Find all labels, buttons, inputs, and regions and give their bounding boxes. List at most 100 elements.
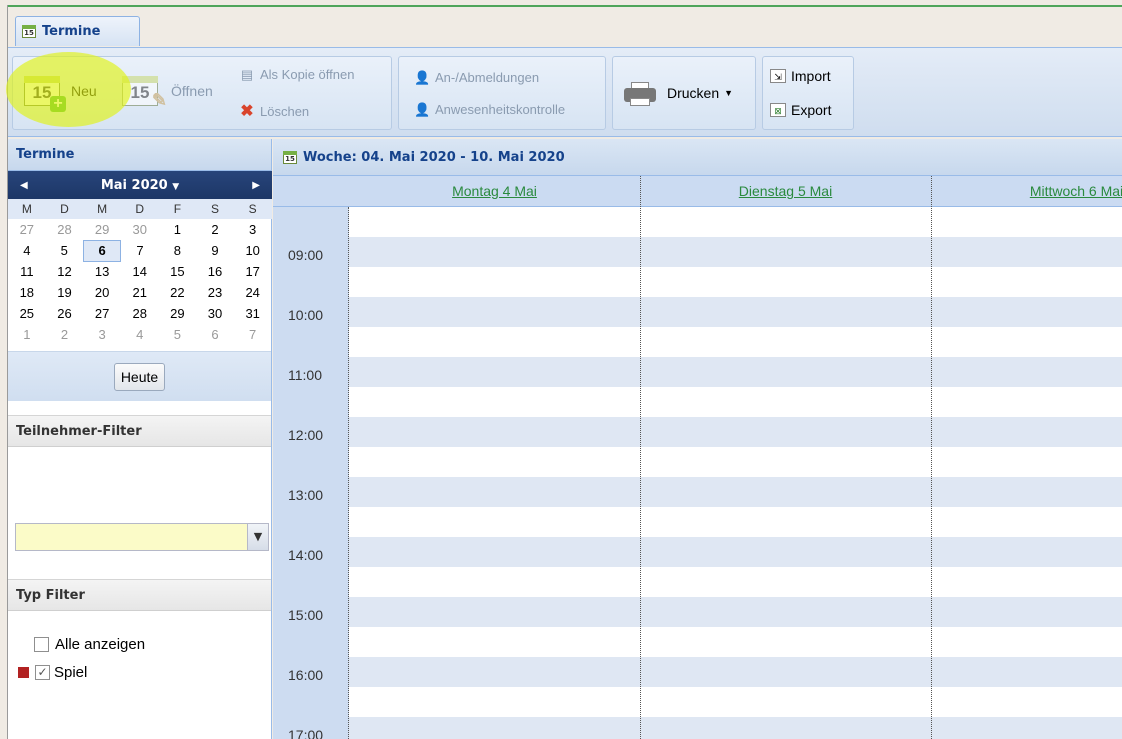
print-button[interactable]: Drucken ▼: [624, 80, 733, 106]
date-cell[interactable]: 21: [121, 282, 159, 303]
copy-label: Als Kopie öffnen: [260, 67, 355, 82]
date-cell[interactable]: 27: [8, 219, 46, 240]
date-cell[interactable]: 2: [46, 324, 84, 345]
date-cell[interactable]: 30: [196, 303, 234, 324]
date-cell[interactable]: 28: [121, 303, 159, 324]
date-cell[interactable]: 12: [46, 261, 84, 282]
date-cell[interactable]: 18: [8, 282, 46, 303]
print-label: Drucken: [667, 85, 720, 101]
time-label: 17:00: [288, 727, 324, 739]
weekday-label: M: [8, 199, 46, 219]
time-label: 10:00: [288, 307, 324, 323]
day-header-tuesday[interactable]: Dienstag 5 Mai: [640, 176, 931, 207]
day-header-row: Montag 4 Mai Dienstag 5 Mai Mittwoch 6 M…: [273, 176, 1122, 207]
date-cell[interactable]: 1: [8, 324, 46, 345]
tab-bar: 15 Termine: [8, 7, 1122, 47]
date-cell[interactable]: 25: [8, 303, 46, 324]
show-all-checkbox[interactable]: [34, 637, 49, 652]
selected-date-cell[interactable]: 6: [82, 239, 122, 262]
spiel-filter[interactable]: ✓ Spiel: [18, 664, 87, 681]
copy-open-button[interactable]: ▤ Als Kopie öffnen: [239, 67, 355, 82]
date-cell[interactable]: 30: [121, 219, 159, 240]
today-button[interactable]: Heute: [113, 362, 166, 391]
date-cell[interactable]: 3: [234, 219, 272, 240]
participant-filter-combo[interactable]: ▼: [15, 523, 269, 551]
time-grid[interactable]: [349, 207, 1122, 739]
export-button[interactable]: ⊠ Export: [770, 102, 831, 118]
date-cell[interactable]: 13: [83, 261, 121, 282]
registration-button[interactable]: 👤 An-/Abmeldungen: [414, 70, 539, 85]
attendance-button[interactable]: 👤 Anwesenheitskontrolle: [414, 102, 565, 117]
type-filter-title: Typ Filter: [8, 579, 271, 611]
show-all-filter[interactable]: Alle anzeigen: [34, 636, 145, 653]
date-cell[interactable]: 26: [46, 303, 84, 324]
time-label: 13:00: [288, 487, 324, 503]
time-label: 15:00: [288, 607, 324, 623]
open-button[interactable]: 15 ✎ Öffnen: [122, 76, 213, 109]
weekday-label: F: [158, 199, 197, 219]
prev-month-icon[interactable]: ◀: [20, 180, 28, 191]
next-month-icon[interactable]: ▶: [252, 180, 260, 191]
date-cell[interactable]: 24: [234, 282, 272, 303]
calendar-edit-icon: 15 ✎: [122, 76, 167, 109]
date-cell[interactable]: 4: [121, 324, 159, 345]
time-column: 09:00 10:00 11:00 12:00 13:00 14:00 15:0…: [273, 207, 349, 739]
delete-label: Löschen: [260, 104, 310, 119]
mini-calendar-grid: M D M D F S S 27 28 29 30 1 2 3 4 5 6 7 8 9 10 11 12 13 14 15 16 17…: [8, 199, 272, 345]
day-divider: [640, 176, 641, 739]
month-picker[interactable]: Mai 2020 ▼: [101, 178, 179, 193]
import-button[interactable]: ⇲ Import: [770, 68, 831, 84]
tab-termine[interactable]: 15 Termine: [15, 16, 140, 46]
time-label: 12:00: [288, 427, 324, 443]
date-cell[interactable]: 1: [159, 219, 197, 240]
spiel-color-swatch: [18, 667, 29, 678]
date-cell[interactable]: 8: [159, 240, 197, 261]
date-cell[interactable]: 17: [234, 261, 272, 282]
date-cell[interactable]: 4: [8, 240, 46, 261]
date-cell[interactable]: 5: [46, 240, 84, 261]
date-cell[interactable]: 5: [159, 324, 197, 345]
date-cell[interactable]: 10: [234, 240, 272, 261]
date-cell[interactable]: 28: [46, 219, 84, 240]
date-cell[interactable]: 3: [83, 324, 121, 345]
mini-calendar: ◀ Mai 2020 ▼ ▶ M D M D F S S 27 28 29 30 1 2 3 4 5 6 7 8 9 1…: [8, 171, 272, 345]
day-divider: [931, 176, 932, 739]
time-label: 11:00: [288, 367, 322, 383]
date-cell[interactable]: 29: [83, 219, 121, 240]
delete-button[interactable]: ✖ Löschen: [239, 102, 310, 120]
date-cell[interactable]: 7: [234, 324, 272, 345]
date-cell[interactable]: 16: [196, 261, 234, 282]
import-label: Import: [791, 68, 831, 84]
chevron-down-icon[interactable]: ▼: [247, 524, 268, 550]
week-row: 11 12 13 14 15 16 17: [8, 261, 272, 282]
day-header-monday[interactable]: Montag 4 Mai: [349, 176, 640, 207]
date-cell[interactable]: 29: [159, 303, 197, 324]
date-cell[interactable]: 23: [196, 282, 234, 303]
user-check-icon: 👤: [414, 101, 431, 117]
day-header-wednesday[interactable]: Mittwoch 6 Mai: [931, 176, 1122, 207]
spiel-checkbox[interactable]: ✓: [35, 665, 50, 680]
date-cell[interactable]: 9: [196, 240, 234, 261]
date-cell[interactable]: 7: [121, 240, 159, 261]
delete-icon: ✖: [240, 102, 254, 120]
date-cell[interactable]: 15: [159, 261, 197, 282]
date-cell[interactable]: 2: [196, 219, 234, 240]
date-cell[interactable]: 31: [234, 303, 272, 324]
date-cell[interactable]: 14: [121, 261, 159, 282]
weekday-label: D: [45, 199, 84, 219]
date-cell[interactable]: 20: [83, 282, 121, 303]
date-cell[interactable]: 11: [8, 261, 46, 282]
new-button[interactable]: 15 + Neu: [24, 76, 97, 112]
date-cell[interactable]: 19: [46, 282, 84, 303]
week-row: 18 19 20 21 22 23 24: [8, 282, 272, 303]
date-cell[interactable]: 27: [83, 303, 121, 324]
toolbar: 15 + Neu 15 ✎ Öffnen ▤ Als Kopie öffnen ✖ …: [8, 47, 1122, 137]
sidebar-title: Termine: [8, 139, 271, 171]
date-cell[interactable]: 6: [196, 324, 234, 345]
weekday-label: S: [233, 199, 272, 219]
week-row: 27 28 29 30 1 2 3: [8, 219, 272, 240]
app-window: 15 Termine 15 + Neu 15 ✎ Öffnen ▤ Als Kopi…: [0, 0, 1122, 739]
today-bar: Heute: [8, 351, 271, 401]
date-cell[interactable]: 22: [159, 282, 197, 303]
time-label: 09:00: [288, 247, 324, 263]
